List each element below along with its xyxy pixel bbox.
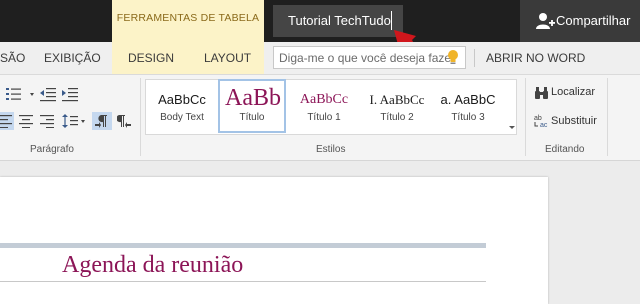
line-spacing-icon[interactable] [62,113,86,129]
tab-design[interactable]: DESIGN [128,51,174,65]
tab-exibicao[interactable]: EXIBIÇÃO [44,51,101,65]
replace-button[interactable]: Substituir [551,115,597,127]
style-titulo-3[interactable]: a. AaBbC Título 3 [433,80,503,132]
document-page[interactable] [0,177,548,304]
open-in-word-button[interactable]: ABRIR NO WORD [486,51,585,65]
style-titulo-2[interactable]: I. AaBbCc Título 2 [362,80,432,132]
tab-separator [474,49,475,67]
tab-layout[interactable]: LAYOUT [204,51,251,65]
table-divider [0,281,486,282]
group-separator [525,78,526,156]
svg-text:ab: ab [534,115,542,122]
group-separator [607,78,608,156]
style-sample: I. AaBbCc [369,92,425,107]
replace-icon[interactable]: ab ac [534,113,549,128]
style-name: Título 1 [307,112,341,123]
style-name: Título 2 [380,112,414,123]
style-sample: AaBbCc [299,92,349,107]
binoculars-icon[interactable] [534,86,549,100]
style-titulo-1[interactable]: AaBbCc Título 1 [289,80,359,132]
table-top-border [0,243,486,248]
find-button[interactable]: Localizar [551,86,595,98]
paragraph-group-label: Parágrafo [30,144,74,155]
style-sample: AaBbCc [158,92,206,107]
align-center-icon[interactable] [19,114,33,128]
gallery-more-icon[interactable] [507,117,517,133]
style-name: Body Text [160,112,204,123]
style-titulo[interactable]: AaBb Título [218,79,286,133]
group-separator [140,78,141,156]
style-sample: a. AaBbC [440,92,496,107]
lightbulb-icon [448,50,458,64]
styles-group-label: Estilos [316,144,346,155]
share-button-label[interactable]: Compartilhar [556,13,630,28]
style-sample: AaBb [225,85,281,111]
increase-indent-icon[interactable] [62,86,78,102]
style-name: Título [239,112,265,123]
style-body-text[interactable]: AaBbCc Body Text [147,80,217,132]
right-to-left-icon[interactable] [117,114,131,128]
editing-group-label: Editando [545,144,585,155]
document-heading[interactable]: Agenda da reunião [62,252,243,279]
align-right-icon[interactable] [40,114,54,128]
tell-me-placeholder[interactable]: Diga-me o que você deseja fazer [279,51,455,65]
decrease-indent-icon[interactable] [40,86,56,102]
tab-revisao-partial[interactable]: SÃO [0,51,25,65]
document-title-text[interactable]: Tutorial TechTudo [288,13,391,28]
left-to-right-icon[interactable] [95,114,109,128]
svg-text:ac: ac [540,122,548,128]
style-name: Título 3 [451,112,485,123]
align-left-icon[interactable] [0,114,12,128]
numbered-list-icon[interactable] [6,86,36,102]
contextual-tools-label: FERRAMENTAS DE TABELA [116,12,260,24]
add-person-icon[interactable] [535,11,555,31]
